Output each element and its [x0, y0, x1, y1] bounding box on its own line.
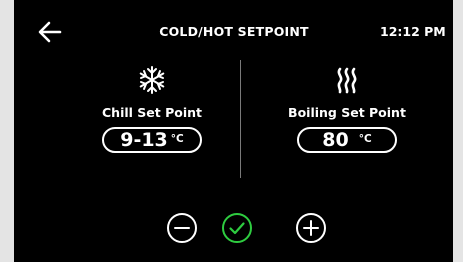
chill-panel: Chill Set Point 9-13 °C — [72, 64, 232, 153]
chill-setpoint-field[interactable]: 9-13 °C — [102, 127, 202, 153]
touch-screen: COLD/HOT SETPOINT 12:12 PM Chill Set Poi… — [14, 0, 453, 262]
panel-divider — [240, 60, 241, 178]
confirm-button[interactable] — [221, 212, 253, 244]
page-title: COLD/HOT SETPOINT — [159, 24, 309, 39]
increase-button[interactable] — [295, 212, 327, 244]
arrow-left-icon — [38, 21, 62, 43]
boiling-panel: Boiling Set Point 80 °C — [267, 64, 427, 153]
snowflake-icon — [139, 66, 165, 94]
chill-unit: °C — [170, 133, 184, 145]
clock-time: 12:12 PM — [380, 24, 446, 39]
check-circle-icon — [222, 213, 252, 243]
boiling-setpoint-field[interactable]: 80 °C — [297, 127, 397, 153]
decrease-button[interactable] — [166, 212, 198, 244]
chill-label: Chill Set Point — [102, 105, 202, 120]
boiling-unit: °C — [358, 133, 372, 145]
back-button[interactable] — [36, 18, 64, 46]
minus-circle-icon — [167, 213, 197, 243]
steam-icon — [337, 67, 357, 94]
boiling-value: 80 — [322, 129, 349, 151]
chill-value: 9-13 — [120, 129, 168, 151]
boiling-label: Boiling Set Point — [288, 105, 406, 120]
plus-circle-icon — [296, 213, 326, 243]
